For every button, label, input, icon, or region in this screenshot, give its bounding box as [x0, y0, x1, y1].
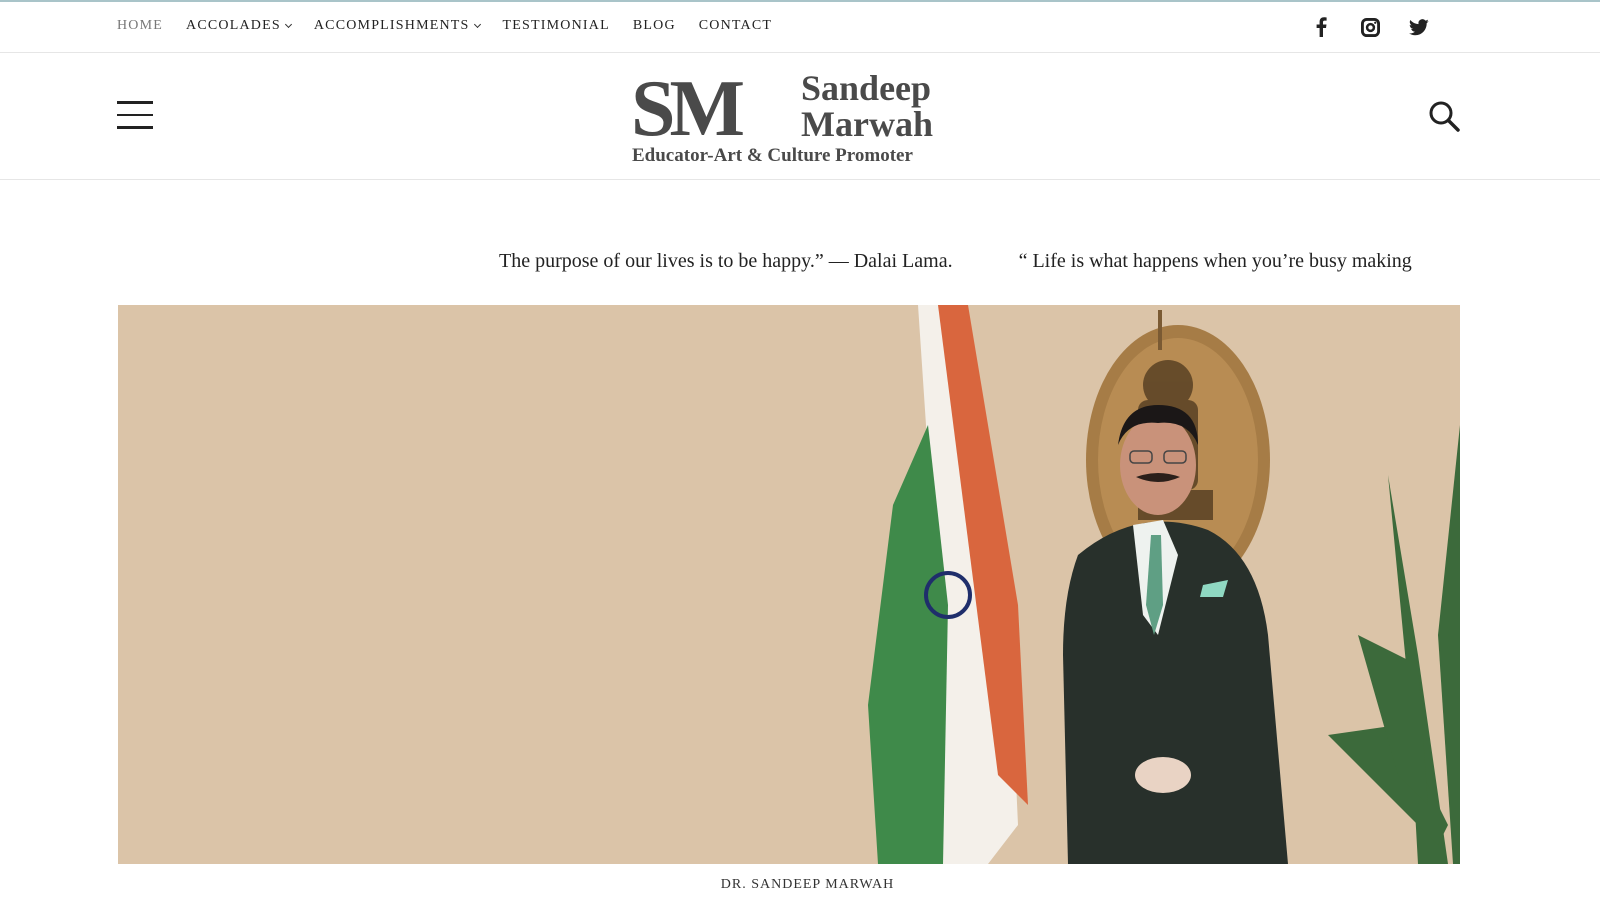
nav-item-testimonial[interactable]: TESTIMONIAL — [503, 18, 610, 34]
logo-tagline: Educator-Art & Culture Promoter — [632, 145, 913, 166]
top-bar: HOME ACCOLADES ACCOMPLISHMENTS TESTIMONI… — [0, 2, 1600, 53]
hamburger-icon[interactable] — [117, 101, 153, 131]
nav-item-contact[interactable]: CONTACT — [699, 18, 772, 34]
nav-item-label: TESTIMONIAL — [502, 18, 610, 33]
ticker-quote: “ Life is what happens when you’re busy … — [1018, 250, 1412, 272]
hero-illustration — [868, 305, 1460, 864]
social-links — [1283, 16, 1430, 38]
facebook-icon[interactable] — [1310, 16, 1332, 38]
site-header: SM Sandeep Marwah Educator-Art & Culture… — [0, 53, 1600, 180]
site-logo[interactable]: SM Sandeep Marwah Educator-Art & Culture… — [631, 69, 951, 169]
nav-item-home[interactable]: HOME — [117, 18, 163, 34]
logo-mark: SM — [631, 71, 749, 139]
logo-name-line2: Marwah — [801, 104, 933, 144]
search-icon[interactable] — [1427, 99, 1461, 133]
chevron-down-icon — [284, 20, 292, 28]
ticker-track: The purpose of our lives is to be happy.… — [499, 250, 1460, 273]
ticker-quote: The purpose of our lives is to be happy.… — [499, 250, 953, 272]
svg-text:SM: SM — [631, 71, 743, 139]
main-nav: HOME ACCOLADES ACCOMPLISHMENTS TESTIMONI… — [117, 18, 795, 34]
quote-ticker: The purpose of our lives is to be happy.… — [117, 250, 1460, 280]
caption-text: DR. SANDEEP MARWAH — [720, 877, 895, 892]
chevron-down-icon — [473, 20, 481, 28]
nav-item-label: BLOG — [632, 18, 676, 33]
nav-item-accolades[interactable]: ACCOLADES — [186, 18, 292, 34]
nav-item-label: CONTACT — [698, 18, 773, 33]
nav-item-label: ACCOLADES — [186, 18, 281, 33]
nav-item-blog[interactable]: BLOG — [633, 18, 676, 34]
nav-item-accomplishments[interactable]: ACCOMPLISHMENTS — [313, 18, 481, 34]
twitter-icon[interactable] — [1408, 16, 1430, 38]
hero-caption: DR. SANDEEP MARWAH — [0, 877, 1600, 893]
logo-name-line1: Sandeep — [801, 68, 932, 108]
nav-item-label: ACCOMPLISHMENTS — [313, 18, 470, 33]
instagram-icon[interactable] — [1359, 16, 1381, 38]
nav-item-label: HOME — [117, 18, 164, 33]
hero-image — [118, 305, 1460, 864]
